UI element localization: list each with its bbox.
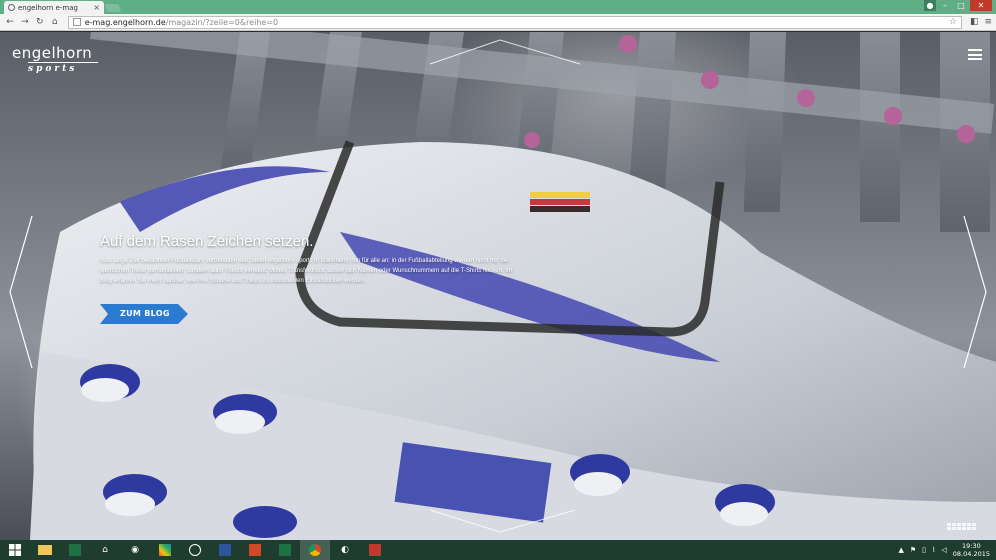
taskbar-home-icon[interactable]: ⌂ — [90, 540, 120, 560]
tray-volume-icon[interactable]: ◁ — [941, 546, 946, 554]
cta-label: ZUM BLOG — [120, 309, 170, 318]
favicon-icon — [8, 4, 15, 11]
teaser-headline: Auf dem Rasen Zeichen setzen. — [100, 233, 314, 250]
tray-expand-icon[interactable]: ▲ — [898, 546, 903, 554]
tray-flag-icon[interactable]: ⚑ — [910, 546, 916, 554]
logo-sub: sports — [28, 62, 98, 74]
maximize-button[interactable]: □ — [954, 0, 968, 11]
menu-icon[interactable]: ≡ — [984, 17, 992, 27]
taskbar-media-icon[interactable]: ◐ — [330, 540, 360, 560]
tab-title: engelhorn e-mag — [18, 3, 78, 12]
engelhorn-logo[interactable]: engelhorn sports — [12, 44, 98, 74]
taskbar-camera-icon[interactable]: ◉ — [120, 540, 150, 560]
taskbar-paint-icon[interactable] — [150, 540, 180, 560]
teaser-body: Was lange Zeit bekannten Fußballstars vo… — [100, 258, 512, 284]
slider-next-arrow-icon[interactable] — [960, 212, 990, 372]
url-host: e-mag.engelhorn.de — [84, 17, 166, 27]
tray-network-icon[interactable]: ⌇ — [932, 546, 935, 554]
new-tab-button[interactable] — [104, 4, 122, 12]
back-icon[interactable]: ← — [4, 17, 16, 27]
clock-date: 08.04.2015 — [952, 550, 990, 558]
hamburger-menu-icon[interactable] — [968, 49, 982, 60]
minimize-button[interactable]: – — [938, 0, 952, 11]
taskbar-hp-icon[interactable] — [180, 540, 210, 560]
browser-toolbar: ← → ↻ ⌂ e-mag.engelhorn.de /magazin/?zei… — [0, 14, 996, 31]
url-path: /magazin/?zeile=0&reihe=0 — [165, 17, 279, 27]
taskbar-excel-2-icon[interactable] — [270, 540, 300, 560]
logo-brand: engelhorn — [12, 44, 93, 62]
zum-blog-button[interactable]: ZUM BLOG — [100, 304, 188, 324]
slider-prev-arrow-icon[interactable] — [6, 212, 36, 372]
bookmark-star-icon[interactable]: ☆ — [949, 17, 957, 27]
page-info-icon[interactable] — [72, 18, 81, 26]
taskbar-powerpoint-icon[interactable] — [240, 540, 270, 560]
extension-icon[interactable]: ◧ — [970, 17, 979, 27]
taskbar-acrobat-icon[interactable] — [360, 540, 390, 560]
article-teaser: Auf dem Rasen Zeichen setzen. Was lange … — [100, 233, 520, 286]
page-grid-indicator-icon[interactable] — [947, 523, 976, 530]
taskbar-explorer-icon[interactable] — [30, 540, 60, 560]
home-icon[interactable]: ⌂ — [49, 17, 61, 27]
close-window-button[interactable]: ✕ — [970, 0, 992, 11]
forward-icon[interactable]: → — [19, 17, 31, 27]
page-viewport: engelhorn sports Auf dem Rasen Zeichen s… — [0, 32, 996, 540]
taskbar-chrome-icon[interactable] — [300, 540, 330, 560]
address-bar[interactable]: e-mag.engelhorn.de /magazin/?zeile=0&rei… — [67, 15, 962, 29]
browser-tab[interactable]: engelhorn e-mag × — [4, 1, 104, 14]
tray-battery-icon[interactable]: ▯ — [922, 546, 926, 554]
clock-time: 19:30 — [962, 542, 981, 550]
windows-logo-icon — [9, 544, 21, 556]
tab-close-icon[interactable]: × — [93, 3, 100, 12]
reload-icon[interactable]: ↻ — [34, 17, 46, 27]
taskbar-word-icon[interactable] — [210, 540, 240, 560]
hero-image — [30, 32, 996, 540]
window-controls: ● – □ ✕ — [924, 0, 992, 11]
browser-titlebar: engelhorn e-mag × ● – □ ✕ — [0, 0, 996, 14]
taskbar-clock[interactable]: 19:30 08.04.2015 — [953, 542, 990, 558]
profile-icon[interactable]: ● — [924, 0, 936, 11]
start-button[interactable] — [0, 540, 30, 560]
system-tray: ▲ ⚑ ▯ ⌇ ◁ 19:30 08.04.2015 — [898, 542, 996, 558]
windows-taskbar: ⌂ ◉ ◐ ▲ ⚑ ▯ ⌇ ◁ 19:30 08.04.2015 — [0, 540, 996, 560]
taskbar-excel-icon[interactable] — [60, 540, 90, 560]
